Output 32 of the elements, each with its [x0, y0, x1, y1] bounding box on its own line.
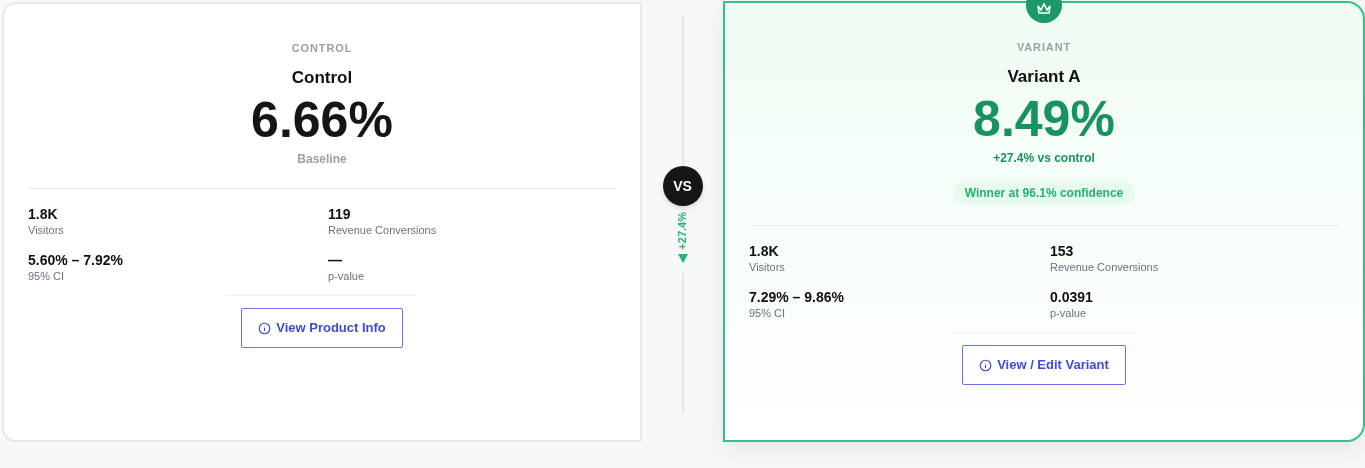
stat-label: 95% CI — [28, 269, 66, 283]
card-title: Variant A — [1007, 65, 1081, 88]
card-button[interactable]: View / Edit Variant — [962, 345, 1126, 385]
winner-badge: Winner at 96.1% confidence — [952, 181, 1136, 205]
conversion-rate: 8.49% — [973, 91, 1115, 147]
lift-label: +27.4% — [675, 212, 690, 250]
stat-value: — — [328, 251, 343, 269]
card-button[interactable]: View Product Info — [241, 308, 403, 348]
vs-badge: VS — [662, 166, 703, 206]
card-title: Control — [291, 66, 353, 89]
card-eyebrow: VARIANT — [1016, 40, 1072, 55]
stat-value: 5.60% – 7.92% — [28, 251, 124, 269]
stat-value: 0.0391 — [1050, 288, 1094, 306]
stat-value: 7.29% – 9.86% — [749, 288, 845, 306]
stat-value: 1.8K — [28, 205, 59, 223]
conversion-rate: 6.66% — [251, 92, 393, 148]
info-icon — [258, 321, 272, 335]
stat-label: Visitors — [28, 223, 65, 237]
stat-value: 119 — [328, 205, 352, 223]
stat-value: 1.8K — [749, 242, 780, 260]
down-triangle-icon — [677, 253, 688, 263]
card-eyebrow: CONTROL — [291, 41, 353, 56]
stat-label: 95% CI — [749, 306, 787, 320]
rate-subtitle: +27.4% vs control — [993, 150, 1095, 167]
info-icon — [979, 358, 993, 372]
stat-label: Revenue Conversions — [328, 223, 438, 237]
stat-label: Visitors — [749, 260, 786, 274]
rate-subtitle: Baseline — [297, 151, 347, 168]
stat-label: p-value — [1050, 306, 1088, 320]
stat-label: p-value — [328, 269, 366, 283]
stat-label: Revenue Conversions — [1050, 260, 1160, 274]
stat-value: 153 — [1050, 242, 1075, 260]
